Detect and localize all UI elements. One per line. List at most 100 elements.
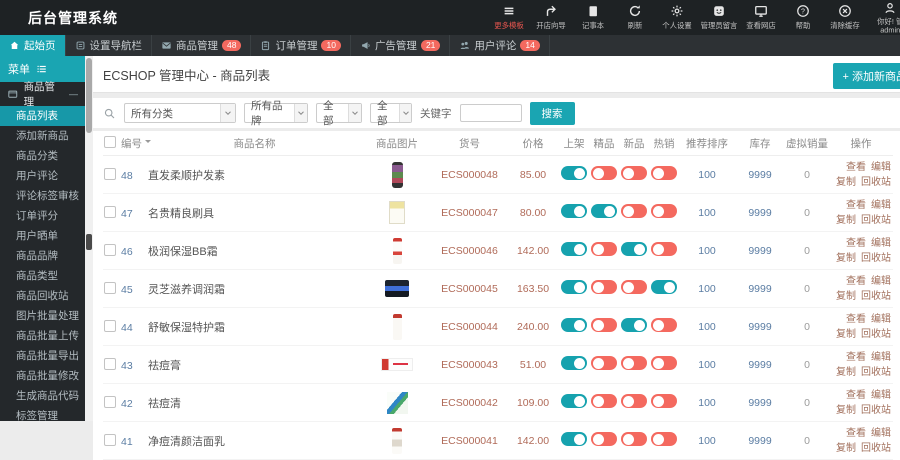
sidebar-item[interactable]: 商品批量上传	[0, 326, 85, 346]
sort-order[interactable]: 100	[698, 435, 716, 447]
sort-caret-icon[interactable]	[145, 139, 151, 146]
recycle-link[interactable]: 回收站	[861, 253, 891, 264]
goods-image[interactable]	[392, 313, 402, 340]
recycle-link[interactable]: 回收站	[861, 177, 891, 188]
toggle-hot[interactable]	[651, 356, 677, 370]
toggle-on-sale[interactable]	[561, 318, 587, 332]
recycle-link[interactable]: 回收站	[861, 443, 891, 454]
sidebar-item[interactable]: 商品品牌	[0, 246, 85, 266]
sort-order[interactable]: 100	[698, 283, 716, 295]
sidebar-scrollbar[interactable]	[85, 56, 93, 421]
edit-link[interactable]: 编辑	[871, 276, 891, 287]
view-link[interactable]: 查看	[846, 314, 866, 325]
sidebar-item[interactable]: 商品分类	[0, 146, 85, 166]
toggle-best[interactable]	[591, 204, 617, 218]
brand-select[interactable]: 所有品牌	[244, 100, 308, 127]
sidebar-item[interactable]: 商品类型	[0, 266, 85, 286]
select-all-checkbox[interactable]	[104, 135, 116, 148]
edit-link[interactable]: 编辑	[871, 428, 891, 439]
tool-notebook[interactable]: 记事本	[572, 0, 614, 35]
tab-nav-settings[interactable]: 设置导航栏	[66, 35, 152, 56]
tool-refresh[interactable]: 刷新	[614, 0, 656, 35]
toggle-hot[interactable]	[651, 204, 677, 218]
tool-monitor[interactable]: 查看网店	[740, 0, 782, 35]
category-select[interactable]: 所有分类	[124, 103, 236, 123]
view-link[interactable]: 查看	[846, 162, 866, 173]
view-link[interactable]: 查看	[846, 276, 866, 287]
copy-link[interactable]: 复制	[836, 367, 856, 378]
edit-link[interactable]: 编辑	[871, 238, 891, 249]
goods-image[interactable]	[392, 237, 402, 264]
edit-link[interactable]: 编辑	[871, 314, 891, 325]
toggle-on-sale[interactable]	[561, 394, 587, 408]
view-link[interactable]: 查看	[846, 200, 866, 211]
sort-order[interactable]: 100	[698, 207, 716, 219]
sidebar-item[interactable]: 评论标签审核	[0, 186, 85, 206]
sidebar-item[interactable]: 标签管理	[0, 406, 85, 421]
toggle-best[interactable]	[591, 166, 617, 180]
recycle-link[interactable]: 回收站	[861, 405, 891, 416]
view-link[interactable]: 查看	[846, 238, 866, 249]
toggle-new[interactable]	[621, 204, 647, 218]
sidebar-item[interactable]: 商品列表	[0, 106, 85, 126]
edit-link[interactable]: 编辑	[871, 352, 891, 363]
copy-link[interactable]: 复制	[836, 291, 856, 302]
recycle-link[interactable]: 回收站	[861, 291, 891, 302]
toggle-on-sale[interactable]	[561, 356, 587, 370]
type-select[interactable]: 全部	[370, 100, 412, 127]
tab-ad[interactable]: 广告管理 21	[351, 35, 451, 56]
toggle-on-sale[interactable]	[561, 280, 587, 294]
add-goods-button[interactable]: + 添加新商品	[832, 63, 900, 89]
keyword-input[interactable]	[459, 104, 522, 122]
tool-menu-lines[interactable]: 更多模板	[488, 0, 530, 35]
sort-order[interactable]: 100	[698, 245, 716, 257]
toggle-best[interactable]	[591, 280, 617, 294]
goods-image[interactable]	[392, 427, 402, 454]
row-checkbox[interactable]	[104, 395, 116, 408]
sort-order[interactable]: 100	[698, 397, 716, 409]
toggle-new[interactable]	[621, 432, 647, 446]
status-select[interactable]: 全部	[316, 100, 362, 127]
copy-link[interactable]: 复制	[836, 329, 856, 340]
view-link[interactable]: 查看	[846, 390, 866, 401]
tool-smiley[interactable]: 管理员留言	[698, 0, 740, 35]
row-checkbox[interactable]	[104, 281, 116, 294]
sidebar-item[interactable]: 订单评分	[0, 206, 85, 226]
goods-image[interactable]	[389, 201, 405, 224]
toggle-on-sale[interactable]	[561, 166, 587, 180]
row-checkbox[interactable]	[104, 319, 116, 332]
tab-users[interactable]: 用户评论 14	[450, 35, 550, 56]
tool-question[interactable]: ? 帮助	[782, 0, 824, 35]
sidebar-item[interactable]: 商品回收站	[0, 286, 85, 306]
sidebar-item[interactable]: 用户评论	[0, 166, 85, 186]
goods-image[interactable]	[391, 161, 403, 188]
tool-gear[interactable]: 个人设置	[656, 0, 698, 35]
sidebar-item[interactable]: 用户晒单	[0, 226, 85, 246]
sort-order[interactable]: 100	[698, 169, 716, 181]
copy-link[interactable]: 复制	[836, 215, 856, 226]
toggle-new[interactable]	[621, 280, 647, 294]
sidebar-item[interactable]: 商品批量修改	[0, 366, 85, 386]
row-checkbox[interactable]	[104, 243, 116, 256]
edit-link[interactable]: 编辑	[871, 162, 891, 173]
sidebar-section-goods[interactable]: 商品管理 —	[0, 81, 85, 108]
row-checkbox[interactable]	[104, 433, 116, 446]
view-link[interactable]: 查看	[846, 428, 866, 439]
toggle-new[interactable]	[621, 242, 647, 256]
sort-order[interactable]: 100	[698, 321, 716, 333]
tool-wizard-arrow[interactable]: 开店向导	[530, 0, 572, 35]
copy-link[interactable]: 复制	[836, 177, 856, 188]
edit-link[interactable]: 编辑	[871, 390, 891, 401]
collapse-minus-icon[interactable]: —	[69, 89, 78, 99]
toggle-hot[interactable]	[651, 318, 677, 332]
toggle-best[interactable]	[591, 242, 617, 256]
copy-link[interactable]: 复制	[836, 405, 856, 416]
copy-link[interactable]: 复制	[836, 443, 856, 454]
goods-image[interactable]	[381, 358, 413, 371]
toggle-new[interactable]	[621, 318, 647, 332]
edit-link[interactable]: 编辑	[871, 200, 891, 211]
toggle-best[interactable]	[591, 318, 617, 332]
user-menu[interactable]: 你好! 管admin	[866, 0, 900, 35]
tab-goods[interactable]: 商品管理 48	[152, 35, 252, 56]
toggle-hot[interactable]	[651, 432, 677, 446]
